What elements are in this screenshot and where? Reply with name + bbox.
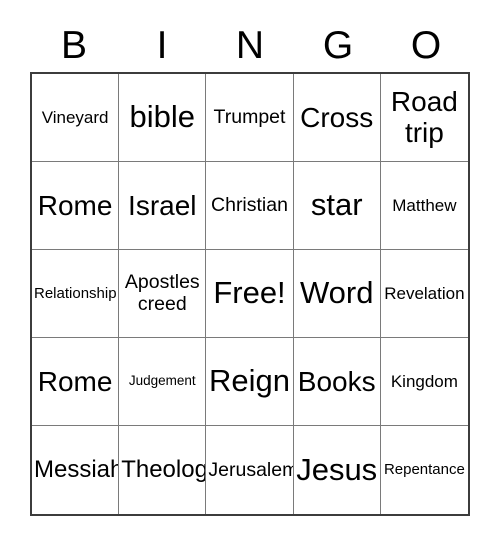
bingo-cell-label: Repentance: [383, 461, 465, 479]
bingo-cell-label: Israel: [128, 189, 197, 221]
bingo-cell-label: Judgement: [128, 373, 196, 389]
bingo-cell-label: Relationship: [34, 284, 117, 302]
bingo-cell-n2[interactable]: Christian: [206, 162, 294, 250]
bingo-cell-label: Jesus: [296, 451, 378, 487]
bingo-cell-label: Free!: [213, 275, 286, 311]
bingo-cell-i5[interactable]: Theology: [119, 426, 207, 514]
bingo-cell-i4[interactable]: Judgement: [119, 338, 207, 426]
bingo-cell-o2[interactable]: Matthew: [380, 162, 468, 250]
bingo-cell-o5[interactable]: Repentance: [380, 426, 468, 514]
bingo-cell-b3[interactable]: Relationship: [32, 250, 120, 338]
bingo-cell-label: Vineyard: [41, 107, 109, 127]
bingo-cell-free-space[interactable]: Free!: [206, 250, 294, 338]
bingo-cell-o4[interactable]: Kingdom: [380, 338, 468, 426]
bingo-cell-label: Kingdom: [390, 371, 458, 391]
bingo-cell-label: Rome: [37, 365, 113, 397]
bingo-cell-b4[interactable]: Rome: [32, 338, 120, 426]
bingo-grid: Vineyard bible Trumpet Cross Road trip R…: [30, 72, 470, 516]
bingo-cell-o3[interactable]: Revelation: [380, 250, 468, 338]
bingo-cell-n1[interactable]: Trumpet: [206, 74, 294, 162]
bingo-cell-label: Apostles creed: [124, 271, 200, 315]
bingo-cell-label: Christian: [211, 194, 288, 217]
bingo-cell-b2[interactable]: Rome: [32, 162, 120, 250]
bingo-cell-g4[interactable]: Books: [293, 338, 381, 426]
bingo-cell-label: Road trip: [390, 86, 458, 148]
bingo-cell-i2[interactable]: Israel: [119, 162, 207, 250]
bingo-cell-g1[interactable]: Cross: [293, 74, 381, 162]
bingo-cell-label: Revelation: [384, 283, 465, 303]
bingo-cell-label: Matthew: [392, 195, 457, 215]
header-letter-g: G: [322, 24, 354, 67]
bingo-cell-g2[interactable]: star: [293, 162, 381, 250]
bingo-cell-b1[interactable]: Vineyard: [32, 74, 120, 162]
header-letter-n: N: [235, 24, 265, 67]
header-letter-o: O: [410, 24, 442, 67]
bingo-card: B I N G O Vineyard bible Trumpet Cross R…: [0, 0, 500, 544]
bingo-cell-label: star: [310, 187, 363, 223]
bingo-cell-label: Word: [299, 275, 374, 311]
bingo-cell-g5[interactable]: Jesus: [293, 426, 381, 514]
bingo-cell-label: Theology: [121, 455, 205, 483]
bingo-cell-label: Trumpet: [213, 106, 286, 129]
bingo-cell-label: Reign: [208, 363, 290, 399]
bingo-cell-g3[interactable]: Word: [293, 250, 381, 338]
bingo-cell-n5[interactable]: Jerusalem: [206, 426, 294, 514]
header-letter-b: B: [60, 24, 87, 67]
bingo-cell-label: Rome: [37, 189, 113, 221]
bingo-cell-label: Books: [297, 365, 376, 397]
bingo-header-row: B I N G O: [30, 14, 470, 68]
bingo-cell-i3[interactable]: Apostles creed: [119, 250, 207, 338]
bingo-cell-label: Messiah: [34, 455, 120, 483]
bingo-cell-i1[interactable]: bible: [119, 74, 207, 162]
header-letter-i: I: [156, 24, 168, 67]
bingo-cell-label: Jerusalem: [208, 458, 294, 481]
bingo-cell-label: bible: [129, 99, 196, 135]
bingo-cell-label: Cross: [300, 101, 374, 133]
bingo-cell-n4[interactable]: Reign: [206, 338, 294, 426]
bingo-cell-b5[interactable]: Messiah: [32, 426, 120, 514]
bingo-cell-o1[interactable]: Road trip: [380, 74, 468, 162]
